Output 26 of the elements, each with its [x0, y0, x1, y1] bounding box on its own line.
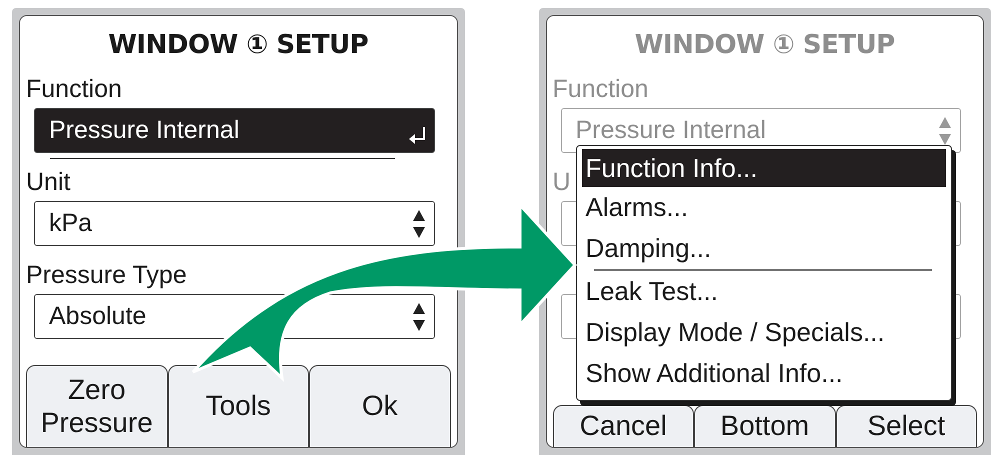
softkey-button[interactable]: Cancel — [552, 405, 694, 447]
window-title: WINDOW ① SETUP — [634, 30, 896, 62]
select-field[interactable]: Absolute — [34, 294, 434, 339]
softkey-button[interactable]: Zero Pressure — [26, 365, 168, 447]
field-label: U — [552, 167, 571, 197]
menu-item[interactable]: Leak Test... — [582, 271, 946, 312]
field-label: Function — [552, 74, 648, 104]
enter-icon — [408, 126, 426, 144]
menu-item[interactable]: Alarms... — [582, 187, 946, 228]
select-field[interactable]: Pressure Internal — [34, 108, 434, 153]
softkey-button[interactable]: Bottom — [694, 405, 836, 447]
up-down-arrows-icon — [412, 302, 426, 332]
softkey-button[interactable]: Tools — [168, 365, 309, 447]
menu-item[interactable]: Damping... — [582, 228, 946, 269]
up-down-arrows-icon — [938, 116, 952, 146]
softkey-button[interactable]: Select — [836, 405, 977, 447]
field-label: Function — [26, 74, 122, 104]
menu-item[interactable]: Function Info... — [582, 149, 946, 187]
menu-item[interactable]: Show Additional Info... — [582, 353, 946, 394]
window-title: WINDOW ① SETUP — [107, 30, 370, 62]
menu-item[interactable]: Display Mode / Specials... — [582, 312, 946, 353]
up-down-arrows-icon — [412, 208, 426, 238]
field-label: Pressure Type — [26, 260, 187, 290]
select-field[interactable]: kPa — [34, 201, 434, 246]
field-label: Unit — [26, 167, 70, 197]
softkey-button[interactable]: Ok — [309, 365, 450, 447]
